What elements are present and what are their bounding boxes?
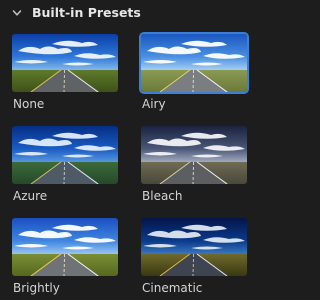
preset-azure[interactable]: Azure: [12, 126, 120, 208]
preset-none[interactable]: None: [12, 34, 120, 116]
preset-label: Cinematic: [142, 281, 203, 295]
presets-grid: None Airy Azure Bleach Brightly Cinemati…: [0, 0, 259, 300]
preset-label: Airy: [142, 97, 166, 111]
preset-thumbnail: [12, 34, 118, 92]
preset-label: None: [13, 97, 45, 111]
preset-thumbnail: [12, 218, 118, 276]
preset-airy[interactable]: Airy: [141, 34, 249, 116]
preset-label: Azure: [13, 189, 48, 203]
preset-label: Brightly: [13, 281, 60, 295]
preset-thumbnail: [141, 34, 247, 92]
preset-brightly[interactable]: Brightly: [12, 218, 120, 300]
preset-bleach[interactable]: Bleach: [141, 126, 249, 208]
preset-thumbnail: [12, 126, 118, 184]
preset-cinematic[interactable]: Cinematic: [141, 218, 249, 300]
preset-label: Bleach: [142, 189, 183, 203]
preset-thumbnail: [141, 218, 247, 276]
preset-thumbnail: [141, 126, 247, 184]
